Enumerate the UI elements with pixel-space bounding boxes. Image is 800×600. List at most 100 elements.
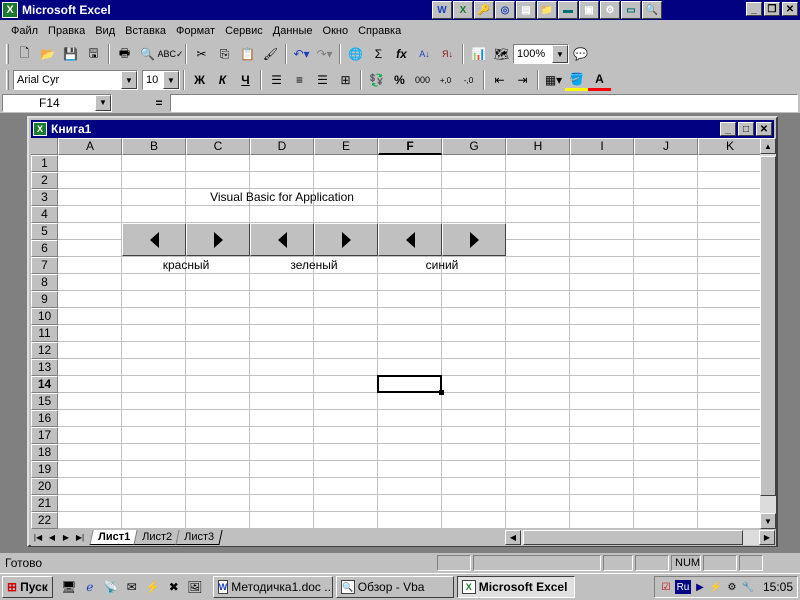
- row-header-19[interactable]: 19: [31, 461, 58, 478]
- function-wizard-icon[interactable]: fx: [390, 43, 413, 65]
- row-header-3[interactable]: 3: [31, 189, 58, 206]
- office-notes-icon[interactable]: ▤: [516, 1, 536, 19]
- increase-indent-icon[interactable]: ⇥: [511, 69, 534, 91]
- horizontal-scroll-thumb[interactable]: [523, 530, 743, 545]
- lightning-icon[interactable]: ⚡: [143, 577, 163, 597]
- column-header-k[interactable]: K: [698, 138, 760, 155]
- chart-wizard-icon[interactable]: 📊: [467, 43, 490, 65]
- redo-icon[interactable]: ↷▾: [313, 43, 336, 65]
- vertical-scrollbar[interactable]: ▲ ▼: [760, 138, 776, 529]
- row-header-13[interactable]: 13: [31, 359, 58, 376]
- merge-center-icon[interactable]: ⊞: [334, 69, 357, 91]
- horizontal-scrollbar[interactable]: ◀ ▶: [505, 530, 775, 545]
- outlook-express-icon[interactable]: ✉: [122, 577, 142, 597]
- minimize-icon[interactable]: _: [746, 2, 762, 16]
- sheet-tab-2[interactable]: Лист2: [133, 530, 181, 545]
- task-explorer-vba[interactable]: 🔍 Обзор - Vba: [335, 576, 454, 598]
- workbook-maximize-icon[interactable]: □: [738, 122, 754, 136]
- menu-help[interactable]: Справка: [353, 25, 406, 37]
- workbook-close-icon[interactable]: ✕: [756, 122, 772, 136]
- column-header-i[interactable]: I: [570, 138, 634, 155]
- menu-file[interactable]: Файл: [6, 25, 43, 37]
- chevron-down-icon[interactable]: ▼: [552, 45, 568, 63]
- column-header-b[interactable]: B: [122, 138, 186, 155]
- start-button[interactable]: ⊞ Пуск: [2, 576, 53, 598]
- scroll-right-icon[interactable]: ▶: [759, 530, 775, 545]
- row-header-18[interactable]: 18: [31, 444, 58, 461]
- network-icon[interactable]: ⚡: [709, 580, 723, 594]
- toolbar-grip[interactable]: [6, 44, 9, 64]
- row-header-11[interactable]: 11: [31, 325, 58, 342]
- font-name-select[interactable]: Arial Cyr ▼: [13, 70, 138, 90]
- print-preview-icon[interactable]: 🔍: [136, 43, 159, 65]
- row-header-14[interactable]: 14: [31, 376, 58, 393]
- sort-ascending-icon[interactable]: A↓: [413, 43, 436, 65]
- copy-icon[interactable]: ⎘: [213, 43, 236, 65]
- internet-explorer-icon[interactable]: ℯ: [80, 577, 100, 597]
- print-icon[interactable]: 🖶: [113, 43, 136, 65]
- row-header-2[interactable]: 2: [31, 172, 58, 189]
- office-outlook-icon[interactable]: ◎: [495, 1, 515, 19]
- vertical-scroll-thumb[interactable]: [760, 156, 776, 496]
- workbook-minimize-icon[interactable]: _: [720, 122, 736, 136]
- office-word-icon[interactable]: W: [432, 1, 452, 19]
- scroll-down-icon[interactable]: ▼: [760, 513, 776, 529]
- row-header-16[interactable]: 16: [31, 410, 58, 427]
- column-header-h[interactable]: H: [506, 138, 570, 155]
- chevron-down-icon[interactable]: ▼: [95, 95, 111, 111]
- formula-input[interactable]: [170, 94, 798, 112]
- prev-sheet-icon[interactable]: ◀: [45, 530, 59, 545]
- row-header-17[interactable]: 17: [31, 427, 58, 444]
- menu-window[interactable]: Окно: [318, 25, 354, 37]
- last-sheet-icon[interactable]: ▶|: [73, 530, 87, 545]
- channels-icon[interactable]: 📡: [101, 577, 121, 597]
- green-increase-button[interactable]: [314, 223, 378, 256]
- row-header-10[interactable]: 10: [31, 308, 58, 325]
- save-icon[interactable]: 💾: [59, 43, 82, 65]
- column-header-g[interactable]: G: [442, 138, 506, 155]
- percent-style-button[interactable]: %: [388, 69, 411, 91]
- desktop-icon[interactable]: 🖥: [59, 577, 79, 597]
- italic-button[interactable]: К: [211, 69, 234, 91]
- blue-decrease-button[interactable]: [378, 223, 442, 256]
- row-header-15[interactable]: 15: [31, 393, 58, 410]
- format-painter-icon[interactable]: 🖌: [259, 43, 282, 65]
- tray-tool-icon[interactable]: 🔧: [741, 580, 755, 594]
- menu-tools[interactable]: Сервис: [220, 25, 268, 37]
- column-header-j[interactable]: J: [634, 138, 698, 155]
- menu-format[interactable]: Формат: [171, 25, 220, 37]
- next-sheet-icon[interactable]: ▶: [59, 530, 73, 545]
- decrease-decimal-icon[interactable]: -,0: [457, 69, 480, 91]
- green-decrease-button[interactable]: [250, 223, 314, 256]
- row-header-21[interactable]: 21: [31, 495, 58, 512]
- row-header-4[interactable]: 4: [31, 206, 58, 223]
- name-box[interactable]: F14 ▼: [2, 94, 112, 112]
- column-header-c[interactable]: C: [186, 138, 250, 155]
- undo-icon[interactable]: ↶▾: [290, 43, 313, 65]
- autosum-icon[interactable]: Σ: [367, 43, 390, 65]
- menu-insert[interactable]: Вставка: [120, 25, 171, 37]
- select-all-corner[interactable]: [31, 138, 58, 155]
- row-header-12[interactable]: 12: [31, 342, 58, 359]
- office-display-icon[interactable]: ▭: [621, 1, 641, 19]
- office-accessories-icon[interactable]: ⚙: [600, 1, 620, 19]
- chevron-down-icon[interactable]: ▼: [121, 71, 137, 89]
- row-header-22[interactable]: 22: [31, 512, 58, 529]
- mail-x-icon[interactable]: ✖: [164, 577, 184, 597]
- sheet-tab-1[interactable]: Лист1: [89, 530, 139, 545]
- paste-icon[interactable]: 📋: [236, 43, 259, 65]
- row-header-9[interactable]: 9: [31, 291, 58, 308]
- office-assistant-icon[interactable]: 💬: [569, 43, 592, 65]
- office-access-icon[interactable]: 🔑: [474, 1, 494, 19]
- map-icon[interactable]: 🗺: [490, 43, 513, 65]
- toolbar-grip[interactable]: [6, 70, 9, 90]
- selected-cell[interactable]: [377, 375, 444, 395]
- fill-color-icon[interactable]: 🪣: [565, 69, 588, 91]
- column-header-f[interactable]: F: [378, 138, 442, 155]
- blue-increase-button[interactable]: [442, 223, 506, 256]
- chevron-down-icon[interactable]: ▼: [163, 71, 179, 89]
- font-color-icon[interactable]: A: [588, 69, 611, 91]
- row-header-6[interactable]: 6: [31, 240, 58, 257]
- open-folder-icon[interactable]: 📂: [36, 43, 59, 65]
- new-document-icon[interactable]: 🗋: [13, 43, 36, 65]
